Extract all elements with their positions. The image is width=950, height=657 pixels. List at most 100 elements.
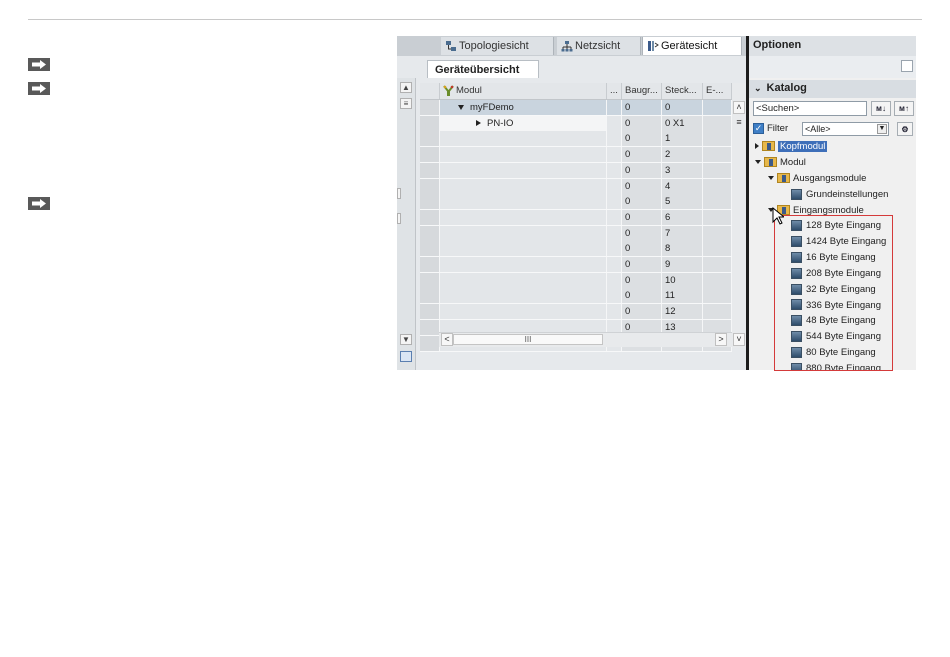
rack-cell[interactable]: 0 bbox=[622, 194, 662, 210]
tree-item-ausgangsmodule[interactable]: Ausgangsmodule bbox=[768, 171, 866, 186]
splitter-handle[interactable] bbox=[397, 188, 401, 199]
table-row[interactable]: 06 bbox=[420, 209, 732, 226]
dots-cell[interactable] bbox=[607, 241, 622, 257]
row-index-cell[interactable] bbox=[420, 335, 440, 351]
tree-item-grundeinstellungen[interactable]: Grundeinstellungen bbox=[791, 187, 888, 202]
dots-cell[interactable] bbox=[607, 178, 622, 194]
row-index-cell[interactable] bbox=[420, 194, 440, 210]
row-index-cell[interactable] bbox=[420, 131, 440, 147]
module-cell[interactable] bbox=[440, 272, 607, 288]
rack-cell[interactable]: 0 bbox=[622, 131, 662, 147]
catalog-header[interactable]: ⌄ Katalog bbox=[749, 80, 916, 98]
table-row[interactable]: 02 bbox=[420, 147, 732, 164]
module-cell[interactable] bbox=[440, 178, 607, 194]
table-vertical-scrollbar[interactable]: ˄ ≡ ˅ bbox=[732, 83, 746, 348]
collapse-icon[interactable] bbox=[768, 176, 774, 181]
io-cell[interactable] bbox=[703, 194, 732, 210]
module-cell[interactable] bbox=[440, 162, 607, 178]
table-row[interactable]: 05 bbox=[420, 194, 732, 211]
io-cell[interactable] bbox=[703, 209, 732, 225]
device-icon[interactable] bbox=[400, 351, 412, 362]
search-up-icon[interactable]: ᴍ↑ bbox=[894, 101, 914, 116]
scroll-down-icon[interactable]: ▼ bbox=[400, 334, 412, 345]
row-index-cell[interactable] bbox=[420, 162, 440, 178]
filter-select[interactable]: <Alle> ▼ bbox=[802, 122, 889, 136]
io-cell[interactable] bbox=[703, 272, 732, 288]
io-cell[interactable] bbox=[703, 241, 732, 257]
slot-cell[interactable]: 7 bbox=[662, 225, 703, 241]
search-down-icon[interactable]: ᴍ↓ bbox=[871, 101, 891, 116]
row-index-cell[interactable] bbox=[420, 241, 440, 257]
io-cell[interactable] bbox=[703, 131, 732, 147]
row-index-cell[interactable] bbox=[420, 272, 440, 288]
row-index-cell[interactable] bbox=[420, 147, 440, 163]
scroll-up-icon[interactable]: ▲ bbox=[400, 82, 412, 93]
slot-cell[interactable]: 0 X1 bbox=[662, 115, 703, 131]
table-row[interactable]: 07 bbox=[420, 225, 732, 242]
dots-cell[interactable] bbox=[607, 257, 622, 272]
minimize-icon[interactable] bbox=[901, 60, 913, 72]
slot-cell[interactable]: 4 bbox=[662, 178, 703, 194]
table-row[interactable]: 0 11 bbox=[420, 288, 732, 305]
module-cell[interactable] bbox=[440, 225, 607, 241]
rack-cell[interactable]: 0 bbox=[622, 100, 662, 115]
rack-cell[interactable]: 0 bbox=[622, 225, 662, 241]
row-index-cell[interactable] bbox=[420, 178, 440, 194]
dots-cell[interactable] bbox=[607, 272, 622, 288]
dots-cell[interactable] bbox=[607, 162, 622, 178]
dots-cell[interactable] bbox=[607, 288, 622, 304]
collapse-icon[interactable] bbox=[458, 104, 464, 110]
slot-cell[interactable]: 12 bbox=[662, 304, 703, 320]
io-cell[interactable] bbox=[703, 147, 732, 163]
header-io[interactable]: E-... bbox=[703, 83, 732, 99]
tab-device-overview[interactable]: Geräteübersicht bbox=[427, 60, 539, 78]
module-cell[interactable] bbox=[440, 241, 607, 257]
table-row[interactable]: myFDemo 0 0 bbox=[420, 100, 732, 116]
tab-network-view[interactable]: Netzsicht bbox=[557, 37, 641, 55]
header-slot[interactable]: Steck... bbox=[662, 83, 703, 99]
module-cell[interactable] bbox=[440, 257, 607, 272]
table-row[interactable]: 09 bbox=[420, 257, 732, 273]
module-cell[interactable] bbox=[440, 209, 607, 225]
dots-cell[interactable] bbox=[607, 147, 622, 163]
io-cell[interactable] bbox=[703, 100, 732, 115]
table-row[interactable]: PN-IO 0 0 X1 bbox=[420, 115, 732, 132]
table-horizontal-scrollbar[interactable]: < III > bbox=[439, 332, 732, 347]
row-index-cell[interactable] bbox=[420, 319, 440, 335]
dots-cell[interactable] bbox=[607, 100, 622, 115]
table-row[interactable]: 08 bbox=[420, 241, 732, 258]
row-index-cell[interactable] bbox=[420, 115, 440, 131]
header-rack[interactable]: Baugr... bbox=[622, 83, 662, 99]
io-cell[interactable] bbox=[703, 257, 732, 272]
row-index-cell[interactable] bbox=[420, 288, 440, 304]
catalog-search-input[interactable]: <Suchen> bbox=[753, 101, 867, 116]
expand-icon[interactable] bbox=[755, 143, 759, 150]
chevron-down-icon[interactable]: ▼ bbox=[877, 124, 887, 134]
scroll-down-icon[interactable]: ˅ bbox=[733, 333, 745, 346]
row-index-cell[interactable] bbox=[420, 209, 440, 225]
row-index-cell[interactable] bbox=[420, 225, 440, 241]
table-row[interactable]: 01 bbox=[420, 131, 732, 148]
splitter-handle[interactable] bbox=[397, 213, 401, 224]
rack-cell[interactable]: 0 bbox=[622, 304, 662, 320]
io-cell[interactable] bbox=[703, 115, 732, 131]
rack-cell[interactable]: 0 bbox=[622, 147, 662, 163]
rack-cell[interactable]: 0 bbox=[622, 209, 662, 225]
menu-icon[interactable]: ≡ bbox=[733, 117, 745, 130]
dots-cell[interactable] bbox=[607, 115, 622, 131]
io-cell[interactable] bbox=[703, 288, 732, 304]
expand-icon[interactable] bbox=[476, 120, 481, 127]
scroll-up-icon[interactable]: ˄ bbox=[733, 101, 745, 114]
slot-cell[interactable]: 5 bbox=[662, 194, 703, 210]
menu-icon[interactable]: ≡ bbox=[400, 98, 412, 109]
module-cell[interactable]: PN-IO bbox=[440, 115, 607, 131]
slot-cell[interactable]: 8 bbox=[662, 241, 703, 257]
catalog-settings-icon[interactable]: ⚙ bbox=[897, 122, 913, 136]
module-cell[interactable]: myFDemo bbox=[440, 100, 607, 115]
rack-cell[interactable]: 0 bbox=[622, 241, 662, 257]
scroll-left-icon[interactable]: < bbox=[441, 333, 453, 346]
table-row[interactable]: 03 bbox=[420, 162, 732, 179]
slot-cell[interactable]: 3 bbox=[662, 162, 703, 178]
module-cell[interactable] bbox=[440, 288, 607, 304]
tree-item-modul[interactable]: Modul bbox=[755, 155, 806, 170]
